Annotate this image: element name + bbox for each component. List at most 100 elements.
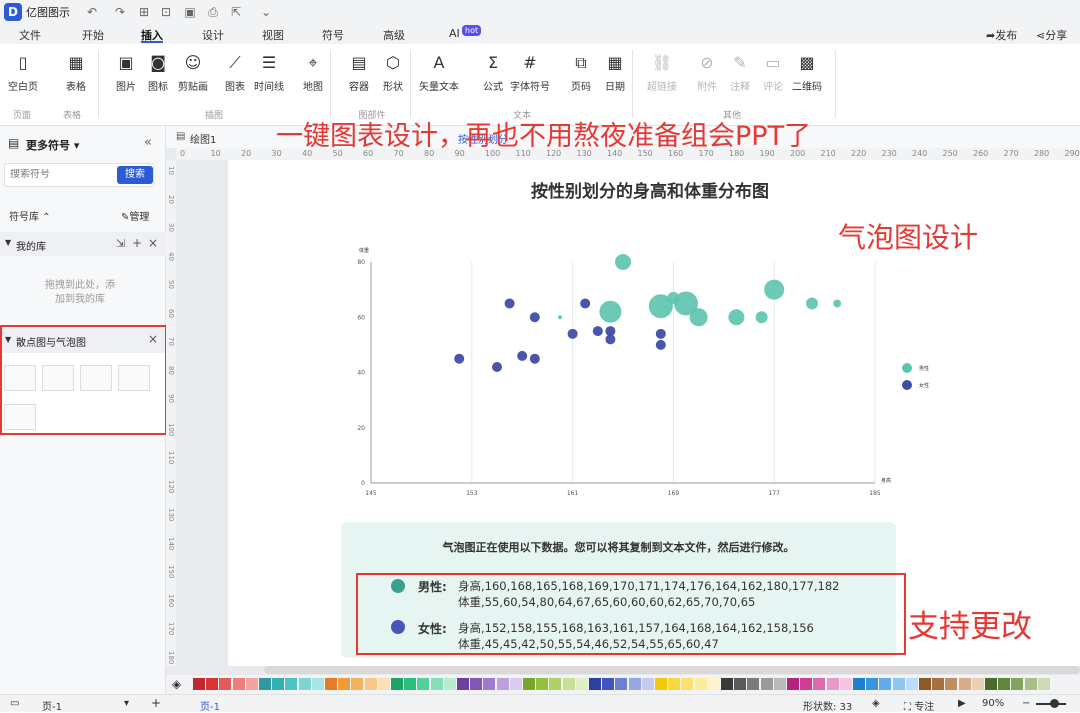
ribbon-button-clipart[interactable]: ☺ 剪贴画 [170,52,216,93]
zoom-slider-handle[interactable] [1050,699,1059,708]
color-swatch[interactable] [430,678,443,690]
ribbon-button-table[interactable]: ▦ 表格 [53,52,99,93]
color-swatch[interactable] [932,678,945,690]
undo-icon[interactable]: ↶ [84,4,100,20]
scatter-template-thumb[interactable] [4,365,36,391]
close-icon[interactable]: × [148,332,158,346]
import-icon[interactable]: ⇲ [116,237,125,250]
color-swatch[interactable] [377,678,390,690]
color-swatch[interactable] [707,678,720,690]
color-swatch[interactable] [958,678,971,690]
open-icon[interactable]: ⊡ [158,4,174,20]
color-swatch[interactable] [259,678,271,690]
caret-down-icon[interactable]: ▼ [5,335,11,344]
export-icon[interactable]: ⇱ [228,4,244,20]
color-swatch[interactable] [721,678,733,690]
tab-ai[interactable]: AI [449,27,460,40]
color-swatch[interactable] [1024,678,1037,690]
female-height-data[interactable]: 身高,152,158,155,168,163,161,157,164,168,1… [458,620,814,636]
color-swatch[interactable] [404,678,417,690]
share-button[interactable]: ⋖分享 [1036,27,1067,43]
color-swatch[interactable] [681,678,694,690]
female-weight-data[interactable]: 体重,45,45,42,50,55,54,46,52,54,55,65,60,4… [458,636,719,652]
ribbon-button-qrcode[interactable]: ▩ 二维码 [784,52,830,93]
color-swatch[interactable] [628,678,641,690]
redo-icon[interactable]: ↷ [112,4,128,20]
color-swatch[interactable] [985,678,997,690]
close-icon[interactable]: × [148,236,158,250]
ribbon-button-timeline[interactable]: ☰ 时间线 [246,52,292,93]
male-height-data[interactable]: 身高,160,168,165,168,169,170,171,174,176,1… [458,578,839,594]
color-swatch[interactable] [562,678,575,690]
bubble-chart[interactable]: 145 153 161 169 177 185 0 20 40 60 80 体重身高 男性女性 [340,240,940,500]
color-swatch[interactable] [523,678,535,690]
color-swatch[interactable] [417,678,430,690]
color-swatch[interactable] [655,678,667,690]
scatter-template-thumb[interactable] [42,365,74,391]
tab-file[interactable]: 文件 [19,27,41,43]
color-swatch[interactable] [694,678,707,690]
page-selector[interactable]: 页-1 [42,698,62,713]
color-swatch[interactable] [734,678,747,690]
color-swatch[interactable] [496,678,509,690]
color-swatch[interactable] [919,678,931,690]
ribbon-button-blank-page[interactable]: ▯ 空白页 [0,52,46,93]
color-swatch[interactable] [971,678,984,690]
publish-button[interactable]: ➦发布 [986,27,1017,43]
color-swatch[interactable] [800,678,813,690]
page-layout-icon[interactable]: ▭ [10,698,19,709]
color-swatch[interactable] [549,678,562,690]
color-swatch[interactable] [206,678,219,690]
color-swatch[interactable] [787,678,799,690]
color-swatch[interactable] [1037,678,1050,690]
color-swatch[interactable] [219,678,232,690]
scatter-template-thumb[interactable] [118,365,150,391]
symbol-library-toggle[interactable]: 符号库 ⌃ [9,208,51,223]
color-swatch[interactable] [892,678,905,690]
print-icon[interactable]: ⎙ [205,4,221,20]
color-swatch[interactable] [536,678,549,690]
color-swatch[interactable] [945,678,958,690]
color-swatch[interactable] [813,678,826,690]
color-swatch[interactable] [245,678,258,690]
zoom-level[interactable]: 90% [982,698,1004,709]
collapse-sidebar-icon[interactable]: « [144,135,152,150]
zoom-out-icon[interactable]: − [1022,698,1030,709]
tab-home[interactable]: 开始 [82,27,104,43]
color-swatch[interactable] [483,678,496,690]
color-swatch[interactable] [311,678,324,690]
color-swatch[interactable] [668,678,681,690]
scatter-template-thumb[interactable] [80,365,112,391]
search-button[interactable]: 搜索 [117,166,153,184]
color-swatch[interactable] [338,678,351,690]
color-swatch[interactable] [470,678,483,690]
color-swatch[interactable] [905,678,918,690]
ribbon-button-hyperlink[interactable]: ⛓ 超链接 [639,52,685,93]
manage-button[interactable]: ✎管理 [121,208,149,223]
color-swatch[interactable] [589,678,601,690]
color-swatch[interactable] [615,678,628,690]
color-swatch[interactable] [853,678,865,690]
color-swatch[interactable] [879,678,892,690]
tab-advanced[interactable]: 高级 [383,27,405,43]
color-swatch[interactable] [285,678,298,690]
male-weight-data[interactable]: 体重,55,60,54,80,64,67,65,60,60,60,62,65,7… [458,594,755,610]
color-swatch[interactable] [193,678,205,690]
color-swatch[interactable] [457,678,469,690]
add-icon[interactable]: + [132,236,142,250]
sidebar-title[interactable]: 更多符号 ▾ [26,137,79,153]
ribbon-button-font-symbol[interactable]: # 字体符号 [507,52,553,93]
color-swatch[interactable] [364,678,377,690]
color-swatch[interactable] [602,678,615,690]
color-swatch[interactable] [773,678,786,690]
color-swatch[interactable] [391,678,403,690]
more-dropdown-icon[interactable]: ⌄ [258,4,274,20]
tab-symbol[interactable]: 符号 [322,27,344,43]
color-swatch[interactable] [641,678,654,690]
ribbon-button-vector-text[interactable]: A 矢量文本 [416,52,462,93]
add-page-icon[interactable]: + [151,696,161,710]
horizontal-scrollbar[interactable] [264,666,1080,674]
tab-design[interactable]: 设计 [202,27,224,43]
color-swatch[interactable] [443,678,456,690]
color-swatch[interactable] [998,678,1011,690]
